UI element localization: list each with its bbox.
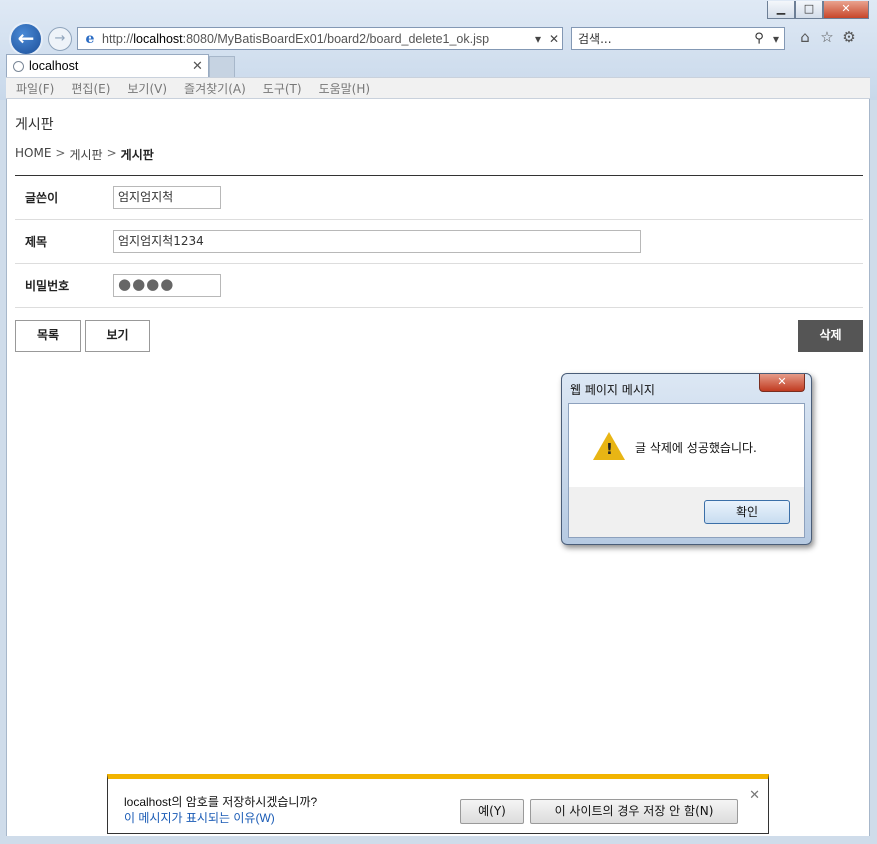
menu-edit[interactable]: 편집(E) [71,80,110,97]
subject-row: 제목 엄지엄지척1234 [15,220,863,264]
notification-question: localhost의 암호를 저장하시겠습니까? [124,795,318,809]
menu-file[interactable]: 파일(F) [16,80,54,97]
gear-icon[interactable]: ⚙ [840,28,858,46]
delete-button[interactable]: 삭제 [798,320,863,352]
back-button[interactable]: ← [9,22,43,56]
browser-tab[interactable]: localhost ✕ [6,54,209,77]
writer-row: 글쓴이 엄지엄지척 [15,176,863,220]
url-input[interactable]: http://localhost:8080/MyBatisBoardEx01/b… [102,32,530,46]
view-button[interactable]: 보기 [85,320,150,352]
ie-page-icon: e [85,30,95,47]
notification-close-icon[interactable]: ✕ [749,788,760,803]
url-path: :8080/MyBatisBoardEx01/board2/board_dele… [182,31,490,46]
menu-view[interactable]: 보기(V) [127,80,167,97]
toolbar-icons: ⌂ ☆ ⚙ [796,28,858,46]
dialog-body: ! 글 삭제에 성공했습니다. 확인 [568,403,805,538]
password-field[interactable]: ●●●● [113,274,221,297]
maximize-button[interactable]: □ [795,1,823,19]
subject-field[interactable]: 엄지엄지척1234 [113,230,641,253]
search-dropdown-icon[interactable]: ▾ [768,32,784,46]
delete-form: 글쓴이 엄지엄지척 제목 엄지엄지척1234 비밀번호 ●●●● [15,175,863,308]
menu-bar: 파일(F) 편집(E) 보기(V) 즐겨찾기(A) 도구(T) 도움말(H) [6,77,870,99]
breadcrumb-board[interactable]: 게시판 [69,146,102,163]
address-bar[interactable]: e http://localhost:8080/MyBatisBoardEx01… [77,27,563,50]
ok-button[interactable]: 확인 [704,500,790,524]
search-box[interactable]: 검색... ⚲ ▾ [571,27,785,50]
stop-icon[interactable]: ✕ [546,32,562,46]
breadcrumb-current: 게시판 [120,148,154,162]
window-controls: ▁ □ ✕ [767,1,869,19]
page-title: 게시판 [15,117,54,133]
dialog-footer: 확인 [569,487,804,537]
writer-label: 글쓴이 [25,191,59,205]
forward-button[interactable]: → [48,27,72,51]
password-row: 비밀번호 ●●●● [15,264,863,308]
writer-field[interactable]: 엄지엄지척 [113,186,221,209]
browser-chrome: ▁ □ ✕ ← → e http://localhost:8080/MyBati… [0,0,877,100]
home-icon[interactable]: ⌂ [796,28,814,46]
window-close-button[interactable]: ✕ [823,1,869,19]
menu-tools[interactable]: 도구(T) [263,80,302,97]
list-button[interactable]: 목록 [15,320,81,352]
new-tab-button[interactable] [209,56,235,77]
breadcrumb-separator: > [106,146,117,160]
never-save-button[interactable]: 이 사이트의 경우 저장 안 함(N) [530,799,738,824]
minimize-button[interactable]: ▁ [767,1,795,19]
breadcrumb: HOME > 게시판 > 게시판 [15,146,154,163]
dialog-message-area: ! 글 삭제에 성공했습니다. [569,404,804,487]
menu-help[interactable]: 도움말(H) [319,80,371,97]
favorites-icon[interactable]: ☆ [818,28,836,46]
search-input[interactable]: 검색... [578,30,750,47]
url-prefix: http:// [102,31,134,46]
loading-spinner-icon [13,60,24,72]
dialog-close-button[interactable]: ✕ [759,374,805,392]
notification-why-link[interactable]: 이 메시지가 표시되는 이유(W) [124,809,275,826]
dialog-title: 웹 페이지 메시지 [570,383,655,397]
alert-dialog: 웹 페이지 메시지 ✕ ! 글 삭제에 성공했습니다. 확인 [561,373,812,545]
url-host: localhost [133,31,183,46]
warning-mark: ! [606,440,613,458]
search-icon[interactable]: ⚲ [750,31,768,46]
save-yes-button[interactable]: 예(Y) [460,799,524,824]
breadcrumb-separator: > [55,146,66,160]
dialog-message: 글 삭제에 성공했습니다. [635,441,757,455]
subject-label: 제목 [25,235,48,249]
menu-favorites[interactable]: 즐겨찾기(A) [184,80,246,97]
address-dropdown-icon[interactable]: ▾ [530,32,546,46]
breadcrumb-home[interactable]: HOME [15,146,51,163]
tab-close-icon[interactable]: ✕ [192,58,208,74]
tab-label: localhost [29,59,79,73]
password-label: 비밀번호 [25,279,70,293]
password-save-notification: localhost의 암호를 저장하시겠습니까? 이 메시지가 표시되는 이유(… [107,774,769,834]
